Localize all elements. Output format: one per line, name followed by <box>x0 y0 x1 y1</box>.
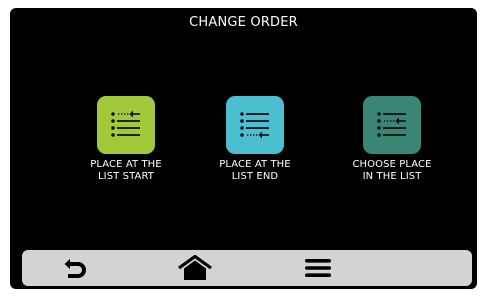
place-at-list-start-label: PLACE AT THE LIST START <box>90 159 162 182</box>
menu-button[interactable] <box>298 254 338 282</box>
page-title: CHANGE ORDER <box>189 15 298 30</box>
choose-place-in-list-button[interactable]: CHOOSE PLACE IN THE LIST <box>332 96 452 183</box>
back-arrow-icon <box>64 259 86 278</box>
list-choose-place-tile[interactable] <box>363 96 421 154</box>
list-place-start-icon <box>111 110 140 137</box>
list-place-start-tile[interactable] <box>97 96 155 154</box>
place-at-list-start-button[interactable]: PLACE AT THE LIST START <box>66 96 186 183</box>
list-place-end-icon <box>240 112 269 139</box>
device-screen: CHANGE ORDER PLACE AT THE LIST START PLA… <box>10 8 477 289</box>
menu-icon <box>305 259 331 277</box>
home-icon <box>178 255 212 280</box>
bottom-navigation-bar <box>22 250 472 286</box>
place-at-list-end-label: PLACE AT THE LIST END <box>219 159 291 182</box>
back-button[interactable] <box>56 254 96 282</box>
home-button[interactable] <box>175 254 215 282</box>
list-choose-place-icon <box>377 112 406 137</box>
list-place-end-tile[interactable] <box>226 96 284 154</box>
place-at-list-end-button[interactable]: PLACE AT THE LIST END <box>195 96 315 183</box>
choose-place-in-list-label: CHOOSE PLACE IN THE LIST <box>352 159 432 182</box>
